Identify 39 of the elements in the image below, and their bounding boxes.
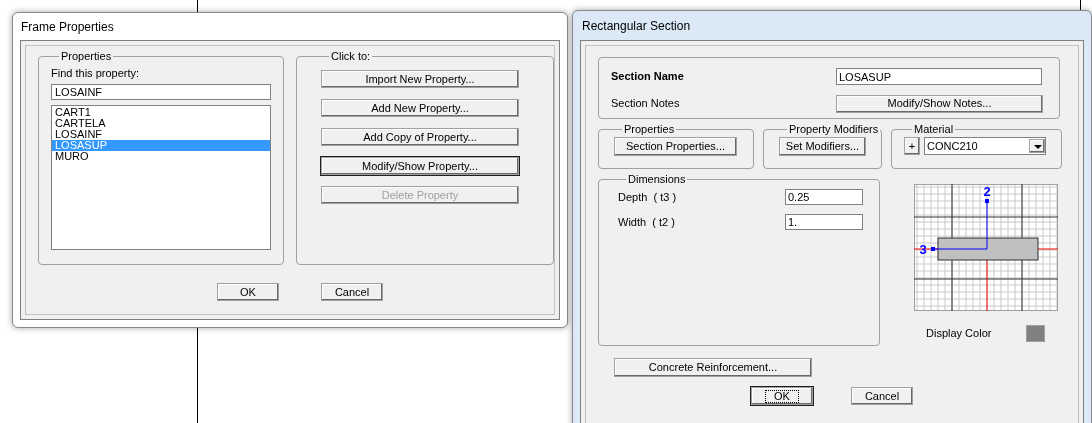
group-label: Properties (60, 51, 113, 62)
window-title: Frame Properties (20, 18, 115, 36)
field-label: Width ( t2 ) (618, 214, 676, 230)
dimension-field[interactable]: 0.25 (785, 189, 863, 206)
group-label: Material (913, 124, 955, 135)
list-item[interactable]: LOSAINF (52, 129, 270, 140)
notes-button[interactable]: Modify/Show Notes... (836, 94, 1043, 113)
axis-label: 2 (983, 184, 991, 199)
field-label: Section Name (611, 69, 685, 85)
section-name-field[interactable]: LOSASUP (836, 68, 1042, 85)
material-dropdown[interactable]: CONC210 (924, 137, 1046, 155)
cancel-button[interactable]: Cancel (851, 387, 913, 405)
group-label: Properties (623, 124, 676, 135)
axis-label: 3 (919, 242, 927, 257)
group-label: Click to: (330, 51, 372, 62)
action-button[interactable]: Import New Property... (321, 70, 519, 88)
cancel-button[interactable]: Cancel (321, 283, 383, 301)
section-properties-button[interactable]: Section Properties... (614, 137, 737, 156)
dimension-field[interactable]: 1. (785, 213, 863, 230)
list-item[interactable]: CART1 (52, 107, 270, 118)
action-button[interactable]: Add Copy of Property... (321, 128, 519, 146)
field-label: Section Notes (611, 96, 681, 112)
list-item[interactable]: CARTELA (52, 118, 270, 129)
add-material-button[interactable]: + (904, 137, 920, 155)
field-label: Find this property: (51, 68, 141, 79)
ok-button[interactable]: OK (217, 283, 279, 301)
list-item[interactable]: MURO (52, 151, 270, 162)
reinforcement-button[interactable]: Concrete Reinforcement... (614, 358, 812, 377)
action-button[interactable]: Add New Property... (321, 99, 519, 117)
field-label: Display Color (926, 326, 993, 342)
field-label: Depth ( t3 ) (618, 190, 678, 205)
ok-button[interactable]: OK (751, 387, 813, 405)
set-modifiers-button[interactable]: Set Modifiers... (779, 137, 866, 156)
action-button[interactable]: Modify/Show Property... (321, 157, 519, 175)
group-label: Property Modifiers (788, 124, 880, 135)
color-swatch[interactable] (1026, 325, 1045, 342)
search-field[interactable]: LOSAINF (51, 84, 271, 101)
group-label: Dimensions (627, 174, 687, 185)
window-title: Rectangular Section (581, 17, 692, 35)
